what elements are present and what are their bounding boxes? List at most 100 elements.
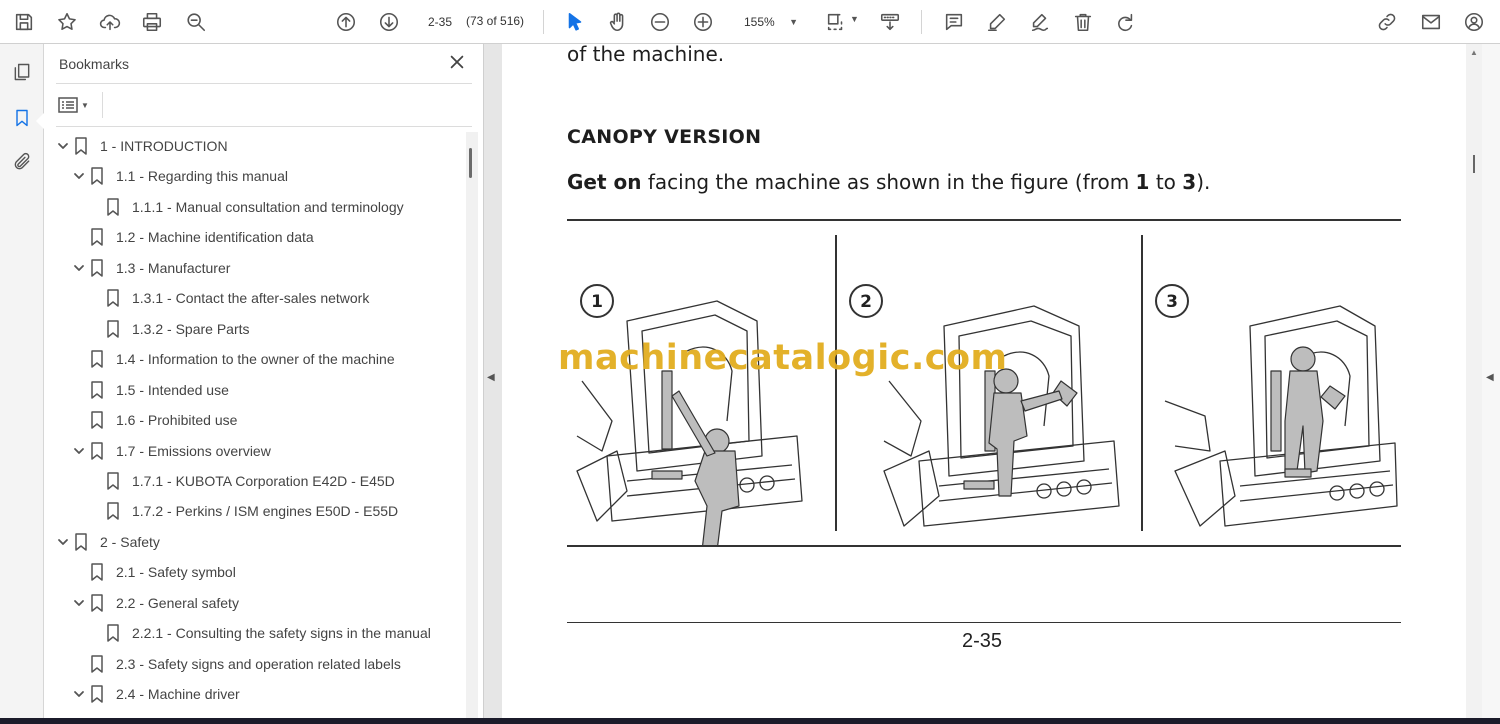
bookmark-item[interactable]: 1.3 - Manufacturer bbox=[72, 255, 230, 281]
save-icon[interactable] bbox=[10, 8, 38, 36]
bookmark-icon bbox=[90, 685, 106, 703]
bookmark-item[interactable]: 2 - Safety bbox=[56, 529, 160, 555]
bookmark-icon bbox=[90, 259, 106, 277]
bookmark-item[interactable]: 2.2.1 - Consulting the safety signs in t… bbox=[88, 620, 431, 646]
bookmark-label: 1.7.1 - KUBOTA Corporation E42D - E45D bbox=[132, 472, 395, 489]
continued-text: of the machine. bbox=[567, 44, 725, 66]
scroll-up-arrow-icon[interactable]: ▲ bbox=[1470, 48, 1478, 57]
bookmark-icon bbox=[90, 654, 106, 673]
instruction-end: ). bbox=[1196, 170, 1211, 194]
chevron-down-icon[interactable] bbox=[56, 139, 70, 153]
document-page: of the machine. CANOPY VERSION Get on fa… bbox=[502, 44, 1466, 720]
chevron-down-icon[interactable] bbox=[72, 261, 86, 275]
bookmark-label: 1.1 - Regarding this manual bbox=[116, 168, 288, 185]
mail-icon[interactable] bbox=[1417, 8, 1445, 36]
main-toolbar: 2-35 (73 of 516) 155% ▼ ▼ bbox=[0, 0, 1500, 44]
star-icon[interactable] bbox=[53, 8, 81, 36]
toolbar-divider bbox=[543, 10, 544, 34]
bookmark-item[interactable]: 1.1.1 - Manual consultation and terminol… bbox=[88, 194, 404, 220]
bookmark-item[interactable]: 2.3 - Safety signs and operation related… bbox=[72, 651, 401, 677]
bookmark-item[interactable]: 1.7 - Emissions overview bbox=[72, 438, 271, 464]
bookmark-icon bbox=[90, 563, 106, 582]
panel-divider bbox=[56, 83, 472, 84]
bookmark-item[interactable]: 2.4 - Machine driver bbox=[72, 681, 240, 707]
chevron-down-icon[interactable] bbox=[72, 596, 86, 610]
bookmark-label: 2 - Safety bbox=[100, 533, 160, 550]
chevron-down-icon[interactable] bbox=[72, 687, 86, 701]
bookmark-item[interactable]: 1.2 - Machine identification data bbox=[72, 224, 314, 250]
page-count: (73 of 516) bbox=[466, 14, 525, 28]
figure-panel-3: 3 bbox=[1155, 284, 1398, 527]
chevron-down-icon[interactable] bbox=[56, 535, 70, 549]
attachment-icon[interactable] bbox=[9, 149, 35, 175]
pages-icon[interactable] bbox=[9, 59, 35, 85]
bookmark-icon bbox=[90, 411, 106, 429]
collapse-panel-arrow-icon[interactable]: ◀ bbox=[487, 372, 495, 383]
print-icon[interactable] bbox=[138, 8, 166, 36]
bookmark-label: 2.4 - Machine driver bbox=[116, 686, 240, 703]
link-icon[interactable] bbox=[1373, 8, 1401, 36]
bookmark-icon bbox=[90, 350, 106, 368]
zoom-search-icon[interactable] bbox=[182, 8, 210, 36]
bookmark-icon bbox=[106, 289, 122, 307]
chevron-down-icon[interactable]: ▼ bbox=[850, 14, 859, 24]
account-icon[interactable] bbox=[1460, 8, 1488, 36]
upload-cloud-icon[interactable] bbox=[96, 8, 124, 36]
bookmark-icon bbox=[90, 441, 106, 460]
instruction-to: to bbox=[1149, 170, 1183, 194]
bookmark-icon bbox=[90, 228, 106, 247]
highlight-pen-icon[interactable] bbox=[983, 8, 1011, 36]
arrow-down-circle-icon[interactable] bbox=[375, 8, 403, 36]
bookmark-scrollbar[interactable] bbox=[466, 132, 478, 720]
select-cursor-icon[interactable] bbox=[561, 8, 589, 36]
section-heading: CANOPY VERSION bbox=[567, 126, 762, 148]
chevron-down-icon[interactable] bbox=[72, 444, 86, 458]
chevron-down-icon[interactable] bbox=[72, 169, 86, 183]
bookmark-item[interactable]: 1.6 - Prohibited use bbox=[72, 407, 237, 433]
fit-page-icon[interactable] bbox=[822, 8, 850, 36]
bookmark-icon[interactable] bbox=[9, 105, 35, 131]
bookmark-item[interactable]: 1.3.2 - Spare Parts bbox=[88, 316, 250, 342]
redo-icon[interactable] bbox=[1111, 8, 1139, 36]
figure-step-label: 1 bbox=[591, 292, 603, 312]
bookmark-icon bbox=[74, 533, 90, 551]
sign-icon[interactable] bbox=[1026, 8, 1054, 36]
arrow-up-circle-icon[interactable] bbox=[332, 8, 360, 36]
bookmark-icon bbox=[106, 472, 122, 490]
bookmark-label: 2.2 - General safety bbox=[116, 594, 239, 611]
bookmark-icon bbox=[90, 167, 106, 186]
instruction-middle: facing the machine as shown in the figur… bbox=[641, 170, 1136, 194]
bookmark-item[interactable]: 1.5 - Intended use bbox=[72, 377, 229, 403]
hand-tool-icon[interactable] bbox=[604, 8, 632, 36]
zoom-level-select[interactable]: 155% ▼ bbox=[736, 10, 804, 34]
bookmark-item[interactable]: 2.2 - General safety bbox=[72, 590, 239, 616]
footer-rule bbox=[567, 622, 1401, 623]
page-number-input[interactable]: 2-35 bbox=[420, 11, 460, 33]
delete-icon[interactable] bbox=[1069, 8, 1097, 36]
toolbar-divider bbox=[921, 10, 922, 34]
bookmark-item[interactable]: 1.1 - Regarding this manual bbox=[72, 163, 288, 189]
zoom-in-icon[interactable] bbox=[689, 8, 717, 36]
instruction-step-to: 3 bbox=[1182, 170, 1197, 194]
bookmark-item[interactable]: 1.7.2 - Perkins / ISM engines E50D - E55… bbox=[88, 498, 398, 524]
zoom-out-icon[interactable] bbox=[646, 8, 674, 36]
document-scrollbar[interactable] bbox=[1466, 44, 1482, 720]
bookmark-label: 1.3.2 - Spare Parts bbox=[132, 320, 250, 337]
close-icon[interactable] bbox=[448, 53, 468, 73]
bookmark-icon bbox=[90, 380, 106, 399]
bookmark-icon bbox=[90, 594, 106, 612]
bookmark-item[interactable]: 2.1 - Safety symbol bbox=[72, 559, 236, 585]
instruction-step-from: 1 bbox=[1135, 170, 1150, 194]
scroll-mode-icon[interactable] bbox=[876, 8, 904, 36]
bookmark-scroll-thumb[interactable] bbox=[469, 148, 472, 178]
bookmark-item[interactable]: 1.7.1 - KUBOTA Corporation E42D - E45D bbox=[88, 468, 395, 494]
bookmark-item[interactable]: 1 - INTRODUCTION bbox=[56, 133, 228, 159]
bookmark-options-button[interactable]: ▼ bbox=[58, 94, 94, 116]
comment-icon[interactable] bbox=[940, 8, 968, 36]
expand-right-panel-arrow-icon[interactable]: ◀ bbox=[1486, 372, 1494, 383]
zoom-level-value: 155% bbox=[744, 15, 775, 29]
chevron-down-icon: ▼ bbox=[81, 100, 89, 110]
bookmark-item[interactable]: 1.4 - Information to the owner of the ma… bbox=[72, 346, 395, 372]
document-scroll-thumb[interactable] bbox=[1473, 155, 1475, 173]
bookmark-item[interactable]: 1.3.1 - Contact the after-sales network bbox=[88, 285, 369, 311]
